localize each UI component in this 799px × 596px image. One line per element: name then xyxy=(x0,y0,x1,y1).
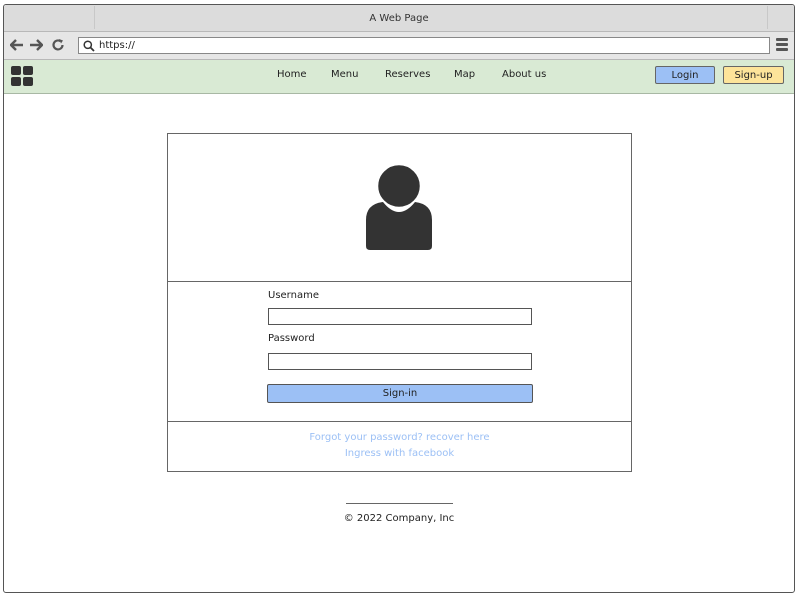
url-input[interactable]: https:// xyxy=(78,37,770,54)
login-card: Username Password Sign-in Forgot your pa… xyxy=(167,133,632,472)
nav-link-about-us[interactable]: About us xyxy=(502,69,546,80)
help-links: Forgot your password? recover here Ingre… xyxy=(168,422,631,462)
nav-link-home[interactable]: Home xyxy=(277,69,307,80)
reload-icon[interactable] xyxy=(50,37,66,53)
username-label: Username xyxy=(268,290,319,301)
sign-in-button[interactable]: Sign-in xyxy=(267,384,533,403)
url-text: https:// xyxy=(99,40,135,51)
title-bar: A Web Page xyxy=(4,5,794,32)
login-form: Username Password Sign-in xyxy=(168,282,631,422)
password-label: Password xyxy=(268,333,315,344)
title-strip xyxy=(94,6,768,29)
nav-link-map[interactable]: Map xyxy=(454,69,475,80)
browser-window: A Web Page https:// Home Menu Reserves M… xyxy=(3,4,795,593)
nav-link-reserves[interactable]: Reserves xyxy=(385,69,430,80)
facebook-login-link[interactable]: Ingress with facebook xyxy=(168,446,631,462)
address-bar: https:// xyxy=(4,32,794,60)
avatar-panel xyxy=(168,134,631,282)
browser-menu-icon[interactable] xyxy=(776,38,788,52)
window-title: A Web Page xyxy=(369,12,429,24)
forgot-password-link[interactable]: Forgot your password? recover here xyxy=(168,430,631,446)
back-arrow-icon[interactable] xyxy=(9,37,25,53)
forward-arrow-icon[interactable] xyxy=(28,37,44,53)
site-navbar: Home Menu Reserves Map About us Login Si… xyxy=(4,60,794,94)
nav-link-menu[interactable]: Menu xyxy=(331,69,358,80)
login-button[interactable]: Login xyxy=(655,66,715,84)
signup-button[interactable]: Sign-up xyxy=(723,66,784,84)
footer-copyright: © 2022 Company, Inc xyxy=(343,513,455,524)
password-input[interactable] xyxy=(268,353,532,370)
search-icon xyxy=(83,39,95,52)
footer-divider xyxy=(346,503,453,504)
username-input[interactable] xyxy=(268,308,532,325)
user-avatar-icon xyxy=(366,162,432,250)
